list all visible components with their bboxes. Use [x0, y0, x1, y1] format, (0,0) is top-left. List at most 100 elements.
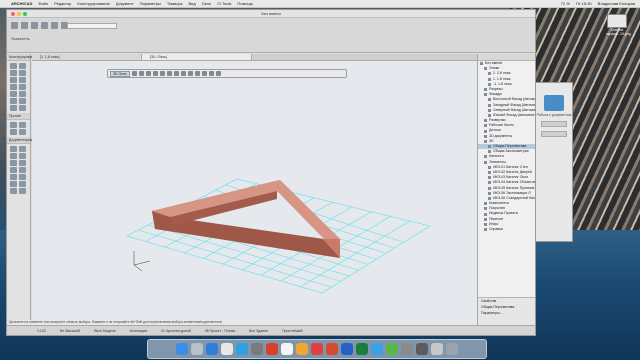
- opening-tool-icon[interactable]: [19, 129, 26, 135]
- status-scale[interactable]: 1:100: [37, 329, 46, 333]
- save-icon[interactable]: [21, 22, 28, 29]
- lamp-tool-icon[interactable]: [10, 129, 17, 135]
- text-tool-icon[interactable]: [10, 153, 17, 159]
- marquee-icon[interactable]: [173, 71, 179, 76]
- mesh-tool-icon[interactable]: [10, 122, 17, 128]
- 3d-viewport[interactable]: 3D Окно: [32, 61, 477, 325]
- explore-icon[interactable]: [138, 71, 144, 76]
- close-icon[interactable]: [11, 12, 15, 16]
- finder-icon[interactable]: [176, 343, 188, 355]
- zoom-out-icon[interactable]: [159, 71, 165, 76]
- dimension-tool-icon[interactable]: [10, 146, 17, 152]
- facetime-icon[interactable]: [386, 343, 398, 355]
- excel-icon[interactable]: [356, 343, 368, 355]
- menu-design[interactable]: Конструирование: [77, 1, 109, 6]
- notes-icon[interactable]: [281, 343, 293, 355]
- menu-help[interactable]: Помощь: [237, 1, 252, 6]
- yandex-browser-icon[interactable]: [221, 343, 233, 355]
- word-icon[interactable]: [341, 343, 353, 355]
- menu-view[interactable]: Вид: [188, 1, 195, 6]
- battery-status[interactable]: 72 %: [561, 1, 570, 6]
- skylight-tool-icon[interactable]: [19, 122, 26, 128]
- undo-icon[interactable]: [31, 22, 38, 29]
- label-tool-icon[interactable]: [19, 153, 26, 159]
- illustrator-icon[interactable]: [266, 343, 278, 355]
- arc-tool-icon[interactable]: [10, 167, 17, 173]
- layer-combination-select[interactable]: [67, 23, 117, 29]
- tab-3d[interactable]: [3D / Весь]: [142, 54, 252, 60]
- app-store-icon[interactable]: [371, 343, 383, 355]
- anydesk-icon[interactable]: [311, 343, 323, 355]
- toolbox-section-docs[interactable]: Документирование: [7, 137, 40, 144]
- floor-plan-icon[interactable]: [51, 22, 58, 29]
- tab-floor-plan[interactable]: [1. 1-й этаж]: [32, 54, 142, 60]
- status-scale-mode[interactable]: Не Масштаб: [60, 329, 80, 333]
- slab-tool-icon[interactable]: [19, 70, 26, 76]
- sun-icon[interactable]: [194, 71, 200, 76]
- worksheet-tool-icon[interactable]: [10, 188, 17, 194]
- status-model-filter[interactable]: Весь Модель: [94, 329, 115, 333]
- keynote-icon[interactable]: [296, 343, 308, 355]
- zoom-in-icon[interactable]: [152, 71, 158, 76]
- activity-monitor-icon[interactable]: [416, 343, 428, 355]
- morph-tool-icon[interactable]: [19, 98, 26, 104]
- fill-tool-icon[interactable]: [10, 160, 17, 166]
- line-tool-icon[interactable]: [19, 160, 26, 166]
- 3d-mode-button[interactable]: 3D Окно: [110, 70, 130, 77]
- window-tool-icon[interactable]: [19, 84, 26, 90]
- menu-teamwork[interactable]: Тимворк: [167, 1, 183, 6]
- background-window-button[interactable]: [541, 121, 567, 127]
- background-window-button-2[interactable]: [541, 131, 567, 137]
- shell-tool-icon[interactable]: [19, 77, 26, 83]
- pdf-icon[interactable]: [326, 343, 338, 355]
- toolbox-section-design[interactable]: Конструирование: [7, 54, 37, 61]
- stair-tool-icon[interactable]: [10, 91, 17, 97]
- redo-icon[interactable]: [41, 22, 48, 29]
- elevation-tool-icon[interactable]: [10, 181, 17, 187]
- status-pen-set[interactable]: 08 Проект - Планы: [205, 329, 235, 333]
- telegram-icon[interactable]: [236, 343, 248, 355]
- door-tool-icon[interactable]: [10, 84, 17, 90]
- menu-edit[interactable]: Редактор: [54, 1, 71, 6]
- status-annotation[interactable]: Аннотации: [130, 329, 148, 333]
- fit-icon[interactable]: [166, 71, 172, 76]
- detail-tool-icon[interactable]: [19, 181, 26, 187]
- wall-tool-icon[interactable]: [10, 63, 17, 69]
- toolbox-section-other[interactable]: Прочие: [7, 113, 30, 120]
- shading-icon[interactable]: [187, 71, 193, 76]
- status-layer[interactable]: 01 Архитектурный: [161, 329, 191, 333]
- menu-window[interactable]: Окно: [202, 1, 211, 6]
- system-preferences-icon[interactable]: [401, 343, 413, 355]
- safari-icon[interactable]: [206, 343, 218, 355]
- camera-icon[interactable]: [201, 71, 207, 76]
- section-tool-icon[interactable]: [19, 174, 26, 180]
- menu-file[interactable]: Файл: [38, 1, 48, 6]
- zoom-icon[interactable]: [23, 12, 27, 16]
- polyline-tool-icon[interactable]: [19, 167, 26, 173]
- open-icon[interactable]: [11, 22, 18, 29]
- user-name[interactable]: Владислав Елецкая: [598, 1, 635, 6]
- railing-tool-icon[interactable]: [19, 91, 26, 97]
- curtain-wall-tool-icon[interactable]: [10, 98, 17, 104]
- minimize-icon[interactable]: [17, 12, 21, 16]
- level-tool-icon[interactable]: [19, 146, 26, 152]
- status-renovation[interactable]: Все Здание: [249, 329, 268, 333]
- perspective-icon[interactable]: [208, 71, 214, 76]
- zone-tool-icon[interactable]: [19, 105, 26, 111]
- drawing-tool-icon[interactable]: [10, 174, 17, 180]
- orbit-icon[interactable]: [131, 71, 137, 76]
- background-window[interactable]: Работа с документом: [535, 82, 573, 242]
- desktop-file-icon[interactable]: Снимок экрана...19.png: [606, 14, 631, 36]
- menu-document[interactable]: Документ: [116, 1, 134, 6]
- status-view[interactable]: Простейший: [282, 329, 302, 333]
- preview-icon[interactable]: [431, 343, 443, 355]
- menu-app-name[interactable]: ARCHICAD: [11, 1, 32, 6]
- clock[interactable]: Пт 15:30: [576, 1, 592, 6]
- change-tool-icon[interactable]: [19, 188, 26, 194]
- object-tool-icon[interactable]: [10, 105, 17, 111]
- pan-icon[interactable]: [145, 71, 151, 76]
- archicad-icon[interactable]: [251, 343, 263, 355]
- column-tool-icon[interactable]: [19, 63, 26, 69]
- cutaway-icon[interactable]: [180, 71, 186, 76]
- launchpad-icon[interactable]: [191, 343, 203, 355]
